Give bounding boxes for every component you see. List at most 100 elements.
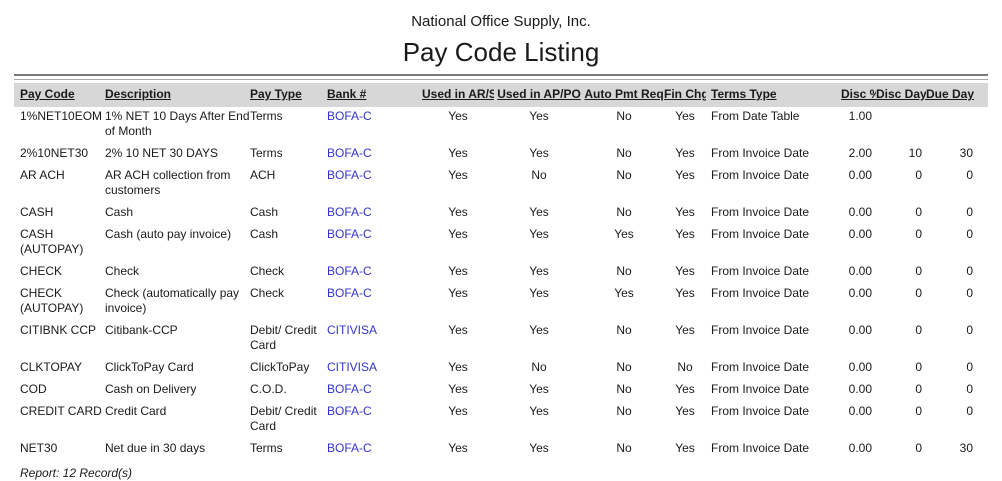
cell-due-day: 30 bbox=[926, 144, 988, 166]
cell-pay-code: AR ACH bbox=[14, 166, 105, 203]
cell-pay-code: NET30 bbox=[14, 439, 105, 461]
table-row: CASHCashCashBOFA-CYesYesNoYesFrom Invoic… bbox=[14, 203, 988, 225]
cell-fin-chg: Yes bbox=[664, 166, 706, 203]
table-row: CITIBNK CCPCitibank-CCPDebit/ Credit Car… bbox=[14, 321, 988, 358]
bank-link[interactable]: BOFA-C bbox=[327, 264, 372, 278]
bank-link[interactable]: BOFA-C bbox=[327, 404, 372, 418]
cell-fin-chg: Yes bbox=[664, 402, 706, 439]
cell-used-ar-so: Yes bbox=[422, 225, 494, 262]
cell-disc-day: 0 bbox=[876, 439, 926, 461]
bank-link[interactable]: BOFA-C bbox=[327, 205, 372, 219]
cell-disc-day: 10 bbox=[876, 144, 926, 166]
cell-disc-day bbox=[876, 107, 926, 144]
cell-description: Net due in 30 days bbox=[105, 439, 250, 461]
column-header-fin-chg: Fin Chg bbox=[664, 83, 706, 107]
cell-disc-day: 0 bbox=[876, 262, 926, 284]
cell-description: Cash (auto pay invoice) bbox=[105, 225, 250, 262]
cell-auto-pmt-req: No bbox=[584, 107, 664, 144]
bank-link[interactable]: BOFA-C bbox=[327, 441, 372, 455]
cell-disc-pct: 0.00 bbox=[841, 439, 876, 461]
column-header-description: Description bbox=[105, 83, 250, 107]
cell-description: Cash bbox=[105, 203, 250, 225]
cell-auto-pmt-req: No bbox=[584, 203, 664, 225]
bank-link[interactable]: BOFA-C bbox=[327, 109, 372, 123]
cell-disc-day: 0 bbox=[876, 358, 926, 380]
cell-disc-pct: 1.00 bbox=[841, 107, 876, 144]
cell-pay-type: Debit/ Credit Card bbox=[250, 402, 327, 439]
bank-link[interactable]: BOFA-C bbox=[327, 227, 372, 241]
cell-pay-code: CLKTOPAY bbox=[14, 358, 105, 380]
table-row: CASH (AUTOPAY)Cash (auto pay invoice)Cas… bbox=[14, 225, 988, 262]
column-header-used-ar-so: Used in AR/SO bbox=[422, 83, 494, 107]
cell-terms-type: From Invoice Date bbox=[706, 439, 841, 461]
bank-link[interactable]: BOFA-C bbox=[327, 286, 372, 300]
cell-description: ClickToPay Card bbox=[105, 358, 250, 380]
bank-link[interactable]: CITIVISA bbox=[327, 360, 377, 374]
cell-disc-pct: 0.00 bbox=[841, 358, 876, 380]
cell-terms-type: From Date Table bbox=[706, 107, 841, 144]
cell-disc-day: 0 bbox=[876, 203, 926, 225]
header-rule bbox=[14, 74, 988, 80]
cell-fin-chg: Yes bbox=[664, 380, 706, 402]
cell-terms-type: From Invoice Date bbox=[706, 225, 841, 262]
cell-pay-code: COD bbox=[14, 380, 105, 402]
cell-terms-type: From Invoice Date bbox=[706, 144, 841, 166]
cell-pay-type: ClickToPay bbox=[250, 358, 327, 380]
cell-terms-type: From Invoice Date bbox=[706, 402, 841, 439]
pay-code-table: Pay CodeDescriptionPay TypeBank #Used in… bbox=[14, 83, 988, 461]
column-header-due-day: Due Day bbox=[926, 83, 988, 107]
table-row: AR ACHAR ACH collection from customersAC… bbox=[14, 166, 988, 203]
cell-description: Credit Card bbox=[105, 402, 250, 439]
cell-disc-pct: 0.00 bbox=[841, 166, 876, 203]
column-header-used-ap-po: Used in AP/PO bbox=[494, 83, 584, 107]
column-header-pay-code: Pay Code bbox=[14, 83, 105, 107]
cell-pay-code: 2%10NET30 bbox=[14, 144, 105, 166]
cell-disc-day: 0 bbox=[876, 166, 926, 203]
cell-description: Cash on Delivery bbox=[105, 380, 250, 402]
cell-fin-chg: Yes bbox=[664, 439, 706, 461]
bank-link[interactable]: CITIVISA bbox=[327, 323, 377, 337]
table-row: NET30Net due in 30 daysTermsBOFA-C Yes Yes… bbox=[14, 439, 988, 461]
column-header-terms-type: Terms Type bbox=[706, 83, 841, 107]
table-row: CHECKCheckCheckBOFA-CYesYesNoYesFrom Inv… bbox=[14, 262, 988, 284]
cell-bank: BOFA-C bbox=[327, 402, 422, 439]
cell-used-ar-so: Yes bbox=[422, 284, 494, 321]
cell-description: Check bbox=[105, 262, 250, 284]
bank-link[interactable]: BOFA-C bbox=[327, 168, 372, 182]
cell-terms-type: From Invoice Date bbox=[706, 358, 841, 380]
cell-due-day: 0 bbox=[926, 358, 988, 380]
cell-pay-code: CHECK bbox=[14, 262, 105, 284]
cell-used-ap-po: Yes bbox=[494, 262, 584, 284]
cell-disc-pct: 0.00 bbox=[841, 284, 876, 321]
cell-auto-pmt-req: Yes bbox=[584, 225, 664, 262]
cell-description: AR ACH collection from customers bbox=[105, 166, 250, 203]
cell-bank: CITIVISA bbox=[327, 321, 422, 358]
cell-terms-type: From Invoice Date bbox=[706, 166, 841, 203]
cell-bank: BOFA-C bbox=[327, 439, 422, 461]
cell-fin-chg: No bbox=[664, 358, 706, 380]
cell-used-ap-po: Yes bbox=[494, 439, 584, 461]
cell-bank: BOFA-C bbox=[327, 262, 422, 284]
cell-disc-pct: 0.00 bbox=[841, 321, 876, 358]
cell-bank: BOFA-C bbox=[327, 225, 422, 262]
cell-pay-type: Cash bbox=[250, 203, 327, 225]
column-header-disc-pct: Disc % bbox=[841, 83, 876, 107]
cell-description: 1% NET 10 Days After End of Month bbox=[105, 107, 250, 144]
cell-fin-chg: Yes bbox=[664, 107, 706, 144]
table-row: CODCash on DeliveryC.O.D.BOFA-CYesYesNoY… bbox=[14, 380, 988, 402]
cell-auto-pmt-req: No bbox=[584, 262, 664, 284]
cell-auto-pmt-req: No bbox=[584, 380, 664, 402]
cell-bank: BOFA-C bbox=[327, 284, 422, 321]
cell-pay-type: Terms bbox=[250, 107, 327, 144]
cell-disc-pct: 0.00 bbox=[841, 225, 876, 262]
bank-link[interactable]: BOFA-C bbox=[327, 382, 372, 396]
cell-used-ar-so: Yes bbox=[422, 203, 494, 225]
cell-disc-pct: 0.00 bbox=[841, 203, 876, 225]
cell-pay-type: Terms bbox=[250, 439, 327, 461]
cell-used-ar-so: Yes bbox=[422, 262, 494, 284]
cell-used-ar-so: Yes bbox=[422, 144, 494, 166]
bank-link[interactable]: BOFA-C bbox=[327, 146, 372, 160]
cell-used-ap-po: Yes bbox=[494, 107, 584, 144]
cell-used-ap-po: Yes bbox=[494, 321, 584, 358]
cell-bank: BOFA-C bbox=[327, 166, 422, 203]
